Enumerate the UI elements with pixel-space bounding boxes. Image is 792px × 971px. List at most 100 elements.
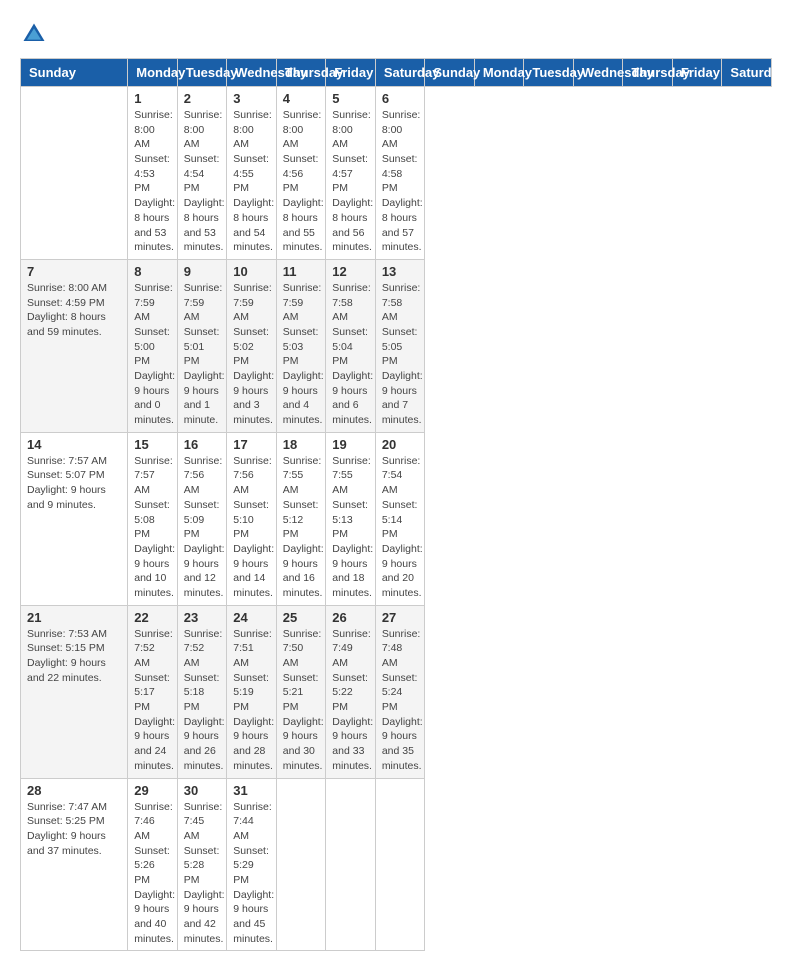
header-row: SundayMondayTuesdayWednesdayThursdayFrid… [21,59,772,87]
calendar-cell: 18 Sunrise: 7:55 AM Sunset: 5:12 PM Dayli… [276,432,326,605]
calendar-cell: 26Sunrise: 7:49 AM Sunset: 5:22 PM Dayli… [326,605,376,778]
day-info: Sunrise: 7:55 AM Sunset: 5:12 PM Dayligh… [283,454,320,601]
day-number: 6 [382,91,419,106]
col-header-monday: Monday [474,59,524,87]
calendar-cell: 21Sunrise: 7:53 AM Sunset: 5:15 PM Dayli… [21,605,128,778]
day-info: Sunrise: 7:59 AM Sunset: 5:01 PM Dayligh… [184,281,221,428]
calendar-cell: 22Sunrise: 7:52 AM Sunset: 5:17 PM Dayli… [128,605,178,778]
page-header [20,20,772,48]
week-row-5: 28 Sunrise: 7:47 AM Sunset: 5:25 PM Dayli… [21,778,772,951]
calendar-cell [21,87,128,260]
day-info: Sunrise: 7:58 AM Sunset: 5:05 PM Dayligh… [382,281,419,428]
calendar-cell: 15 Sunrise: 7:57 AM Sunset: 5:08 PM Dayli… [128,432,178,605]
calendar-cell: 13 Sunrise: 7:58 AM Sunset: 5:05 PM Dayli… [375,259,425,432]
day-number: 29 [134,783,171,798]
calendar-cell: 6 Sunrise: 8:00 AM Sunset: 4:58 PM Daylig… [375,87,425,260]
calendar-cell: 11 Sunrise: 7:59 AM Sunset: 5:03 PM Dayli… [276,259,326,432]
day-info: Sunrise: 7:53 AM Sunset: 5:15 PM Dayligh… [27,627,121,686]
day-info: Sunrise: 7:54 AM Sunset: 5:14 PM Dayligh… [382,454,419,601]
day-info: Sunrise: 7:52 AM Sunset: 5:18 PM Dayligh… [184,627,221,774]
day-info: Sunrise: 8:00 AM Sunset: 4:54 PM Dayligh… [184,108,221,255]
calendar-cell: 20 Sunrise: 7:54 AM Sunset: 5:14 PM Dayli… [375,432,425,605]
day-number: 9 [184,264,221,279]
day-info: Sunrise: 7:46 AM Sunset: 5:26 PM Dayligh… [134,800,171,947]
calendar-cell: 16 Sunrise: 7:56 AM Sunset: 5:09 PM Dayli… [177,432,227,605]
week-row-4: 21Sunrise: 7:53 AM Sunset: 5:15 PM Dayli… [21,605,772,778]
day-number: 11 [283,264,320,279]
week-row-1: 1 Sunrise: 8:00 AM Sunset: 4:53 PM Daylig… [21,87,772,260]
calendar-cell: 24Sunrise: 7:51 AM Sunset: 5:19 PM Dayli… [227,605,277,778]
calendar-cell: 17 Sunrise: 7:56 AM Sunset: 5:10 PM Dayli… [227,432,277,605]
logo [20,20,52,48]
calendar-cell: 23Sunrise: 7:52 AM Sunset: 5:18 PM Dayli… [177,605,227,778]
day-info: Sunrise: 7:57 AM Sunset: 5:08 PM Dayligh… [134,454,171,601]
day-info: Sunrise: 7:59 AM Sunset: 5:00 PM Dayligh… [134,281,171,428]
day-info: Sunrise: 7:47 AM Sunset: 5:25 PM Dayligh… [27,800,121,859]
calendar-cell: 5 Sunrise: 8:00 AM Sunset: 4:57 PM Daylig… [326,87,376,260]
calendar-cell: 19 Sunrise: 7:55 AM Sunset: 5:13 PM Dayli… [326,432,376,605]
calendar-cell [375,778,425,951]
col-header-saturday: Saturday [375,59,425,87]
day-info: Sunrise: 7:59 AM Sunset: 5:03 PM Dayligh… [283,281,320,428]
col-header-monday: Monday [128,59,178,87]
calendar-cell: 7 Sunrise: 8:00 AM Sunset: 4:59 PM Daylig… [21,259,128,432]
calendar-cell: 12 Sunrise: 7:58 AM Sunset: 5:04 PM Dayli… [326,259,376,432]
day-info: Sunrise: 7:50 AM Sunset: 5:21 PM Dayligh… [283,627,320,774]
calendar-cell: 1 Sunrise: 8:00 AM Sunset: 4:53 PM Daylig… [128,87,178,260]
day-number: 1 [134,91,171,106]
calendar-cell: 2 Sunrise: 8:00 AM Sunset: 4:54 PM Daylig… [177,87,227,260]
col-header-sunday: Sunday [21,59,128,87]
day-number: 12 [332,264,369,279]
day-number: 17 [233,437,270,452]
day-info: Sunrise: 7:59 AM Sunset: 5:02 PM Dayligh… [233,281,270,428]
calendar-cell: 4 Sunrise: 8:00 AM Sunset: 4:56 PM Daylig… [276,87,326,260]
col-header-saturday: Saturday [722,59,772,87]
day-number: 7 [27,264,121,279]
day-number: 30 [184,783,221,798]
day-info: Sunrise: 7:45 AM Sunset: 5:28 PM Dayligh… [184,800,221,947]
day-info: Sunrise: 7:56 AM Sunset: 5:10 PM Dayligh… [233,454,270,601]
calendar-cell [276,778,326,951]
calendar-cell: 3Sunrise: 8:00 AM Sunset: 4:55 PM Daylig… [227,87,277,260]
day-info: Sunrise: 7:56 AM Sunset: 5:09 PM Dayligh… [184,454,221,601]
day-info: Sunrise: 7:58 AM Sunset: 5:04 PM Dayligh… [332,281,369,428]
calendar-cell: 28 Sunrise: 7:47 AM Sunset: 5:25 PM Dayli… [21,778,128,951]
day-info: Sunrise: 8:00 AM Sunset: 4:59 PM Dayligh… [27,281,121,340]
day-number: 28 [27,783,121,798]
day-info: Sunrise: 7:57 AM Sunset: 5:07 PM Dayligh… [27,454,121,513]
day-number: 3 [233,91,270,106]
day-info: Sunrise: 8:00 AM Sunset: 4:58 PM Dayligh… [382,108,419,255]
day-number: 15 [134,437,171,452]
calendar-table: SundayMondayTuesdayWednesdayThursdayFrid… [20,58,772,951]
day-info: Sunrise: 7:48 AM Sunset: 5:24 PM Dayligh… [382,627,419,774]
calendar-cell: 27Sunrise: 7:48 AM Sunset: 5:24 PM Dayli… [375,605,425,778]
calendar-cell: 31 Sunrise: 7:44 AM Sunset: 5:29 PM Dayli… [227,778,277,951]
day-number: 10 [233,264,270,279]
day-number: 31 [233,783,270,798]
day-info: Sunrise: 8:00 AM Sunset: 4:53 PM Dayligh… [134,108,171,255]
logo-icon [20,20,48,48]
calendar-cell [326,778,376,951]
week-row-3: 14 Sunrise: 7:57 AM Sunset: 5:07 PM Dayli… [21,432,772,605]
calendar-cell: 25Sunrise: 7:50 AM Sunset: 5:21 PM Dayli… [276,605,326,778]
day-number: 8 [134,264,171,279]
day-info: Sunrise: 7:44 AM Sunset: 5:29 PM Dayligh… [233,800,270,947]
day-info: Sunrise: 8:00 AM Sunset: 4:56 PM Dayligh… [283,108,320,255]
day-number: 18 [283,437,320,452]
day-number: 14 [27,437,121,452]
day-info: Sunrise: 7:55 AM Sunset: 5:13 PM Dayligh… [332,454,369,601]
day-info: Sunrise: 7:49 AM Sunset: 5:22 PM Dayligh… [332,627,369,774]
day-number: 4 [283,91,320,106]
day-number: 5 [332,91,369,106]
day-number: 20 [382,437,419,452]
day-number: 16 [184,437,221,452]
day-number: 2 [184,91,221,106]
day-info: Sunrise: 7:51 AM Sunset: 5:19 PM Dayligh… [233,627,270,774]
calendar-cell: 9 Sunrise: 7:59 AM Sunset: 5:01 PM Daylig… [177,259,227,432]
week-row-2: 7 Sunrise: 8:00 AM Sunset: 4:59 PM Daylig… [21,259,772,432]
calendar-cell: 30 Sunrise: 7:45 AM Sunset: 5:28 PM Dayli… [177,778,227,951]
day-number: 19 [332,437,369,452]
day-info: Sunrise: 8:00 AM Sunset: 4:57 PM Dayligh… [332,108,369,255]
day-number: 13 [382,264,419,279]
calendar-cell: 29 Sunrise: 7:46 AM Sunset: 5:26 PM Dayli… [128,778,178,951]
